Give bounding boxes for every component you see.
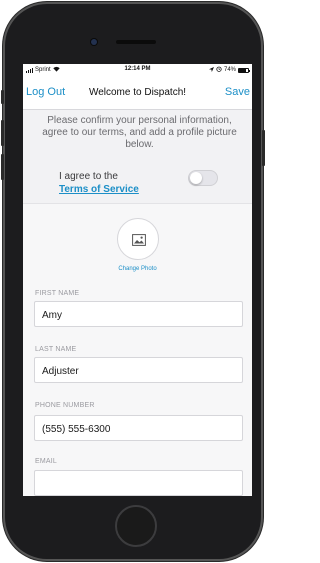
profile-photo-button[interactable]: [117, 218, 159, 260]
volume-up-button: [1, 120, 4, 146]
terms-prefix: I agree to the: [59, 171, 118, 182]
redacted-email-mask: [57, 478, 167, 490]
profile-form: Change Photo FIRST NAME Amy LAST NAME Ad…: [23, 203, 252, 496]
save-button[interactable]: Save: [225, 86, 250, 98]
battery-percent: 74%: [223, 67, 236, 73]
terms-row: I agree to the Terms of Service: [59, 166, 239, 195]
mute-switch: [1, 90, 4, 104]
last-name-label: LAST NAME: [35, 346, 77, 353]
first-name-label: FIRST NAME: [35, 290, 80, 297]
email-input[interactable]: [34, 470, 243, 496]
email-label: EMAIL: [35, 458, 58, 465]
battery-fill: [239, 68, 246, 72]
phone-number-value: (555) 555-6300: [42, 424, 111, 435]
phone-number-label: PHONE NUMBER: [35, 402, 95, 409]
last-name-value: Adjuster: [42, 366, 79, 377]
earpiece-speaker: [116, 40, 156, 44]
front-camera: [91, 39, 97, 45]
toggle-knob: [190, 172, 202, 184]
intro-text: Please confirm your personal information…: [42, 115, 237, 150]
battery-icon: [238, 67, 250, 73]
alarm-icon: [216, 66, 222, 74]
home-button[interactable]: [115, 505, 157, 547]
first-name-value: Amy: [42, 310, 62, 321]
volume-down-button: [1, 154, 4, 180]
navigation-bar: Log Out Welcome to Dispatch! Save: [23, 74, 252, 110]
first-name-input[interactable]: Amy: [34, 301, 243, 327]
location-arrow-icon: [208, 66, 214, 74]
status-right: 74%: [208, 66, 250, 74]
phone-number-input[interactable]: (555) 555-6300: [34, 415, 243, 441]
terms-agree-toggle[interactable]: [188, 170, 218, 186]
status-bar: Sprint 12:14 PM 74%: [23, 64, 252, 74]
page-title: Welcome to Dispatch!: [88, 87, 187, 98]
power-button: [262, 130, 265, 166]
change-photo-link[interactable]: Change Photo: [23, 266, 252, 272]
image-icon: [132, 233, 146, 251]
app-screen: Sprint 12:14 PM 74% Log Out Welcome to D…: [23, 64, 252, 496]
last-name-input[interactable]: Adjuster: [34, 357, 243, 383]
